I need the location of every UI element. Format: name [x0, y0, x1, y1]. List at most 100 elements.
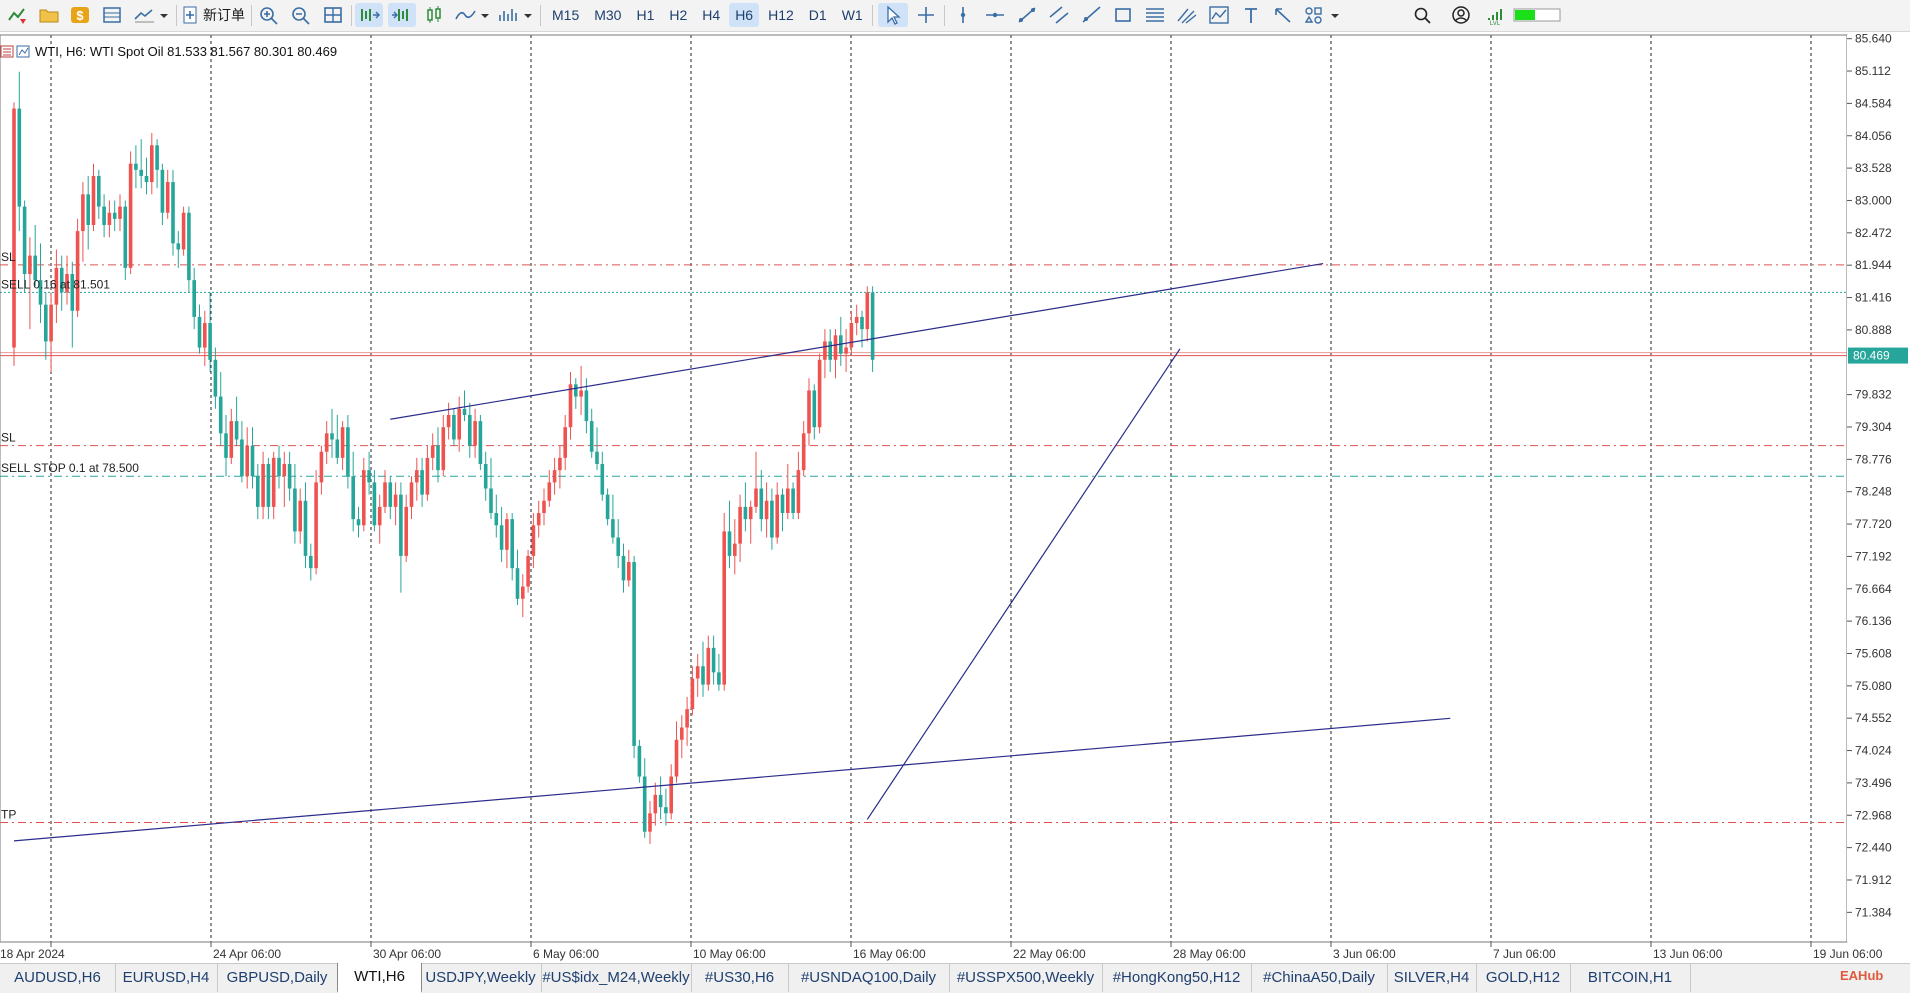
account-icon[interactable]: [1448, 3, 1474, 27]
candle-body: [595, 451, 599, 464]
candle-body: [240, 439, 244, 477]
candle-body: [563, 427, 567, 458]
chart-type-dropdown-icon[interactable]: [495, 3, 535, 27]
zoom-out-icon[interactable]: [288, 3, 314, 27]
trendline[interactable]: [390, 262, 1324, 420]
crosshair-icon[interactable]: [913, 3, 939, 27]
indicator-icon[interactable]: [452, 3, 492, 27]
zoom-in-icon[interactable]: [256, 3, 282, 27]
indicators-dropdown-icon[interactable]: [131, 3, 171, 27]
rectangle-icon[interactable]: [1110, 3, 1136, 27]
chart-tab[interactable]: #US$idx_M24,Weekly: [541, 964, 692, 992]
candle-body: [457, 408, 461, 440]
chart-tab[interactable]: USDJPY,Weekly: [420, 964, 542, 992]
candle-body: [658, 794, 663, 808]
candle: [430, 433, 435, 471]
candle: [860, 310, 864, 348]
candle-body: [558, 457, 562, 471]
price-tick-label: 78.248: [1855, 485, 1892, 499]
timeframe-h1-button[interactable]: H1: [630, 3, 660, 27]
chart-tab[interactable]: EURUSD,H4: [115, 964, 218, 992]
tile-windows-icon[interactable]: [320, 3, 346, 27]
chart-tab[interactable]: BITCOIN,H1: [1570, 964, 1691, 992]
chart-tab[interactable]: SILVER,H4: [1387, 964, 1477, 992]
timeframe-h2-button[interactable]: H2: [663, 3, 693, 27]
text-icon[interactable]: [1238, 3, 1264, 27]
timeframe-h4-button[interactable]: H4: [696, 3, 726, 27]
candle-body: [796, 470, 801, 514]
candle: [589, 408, 594, 458]
pitchfork-icon[interactable]: [1174, 3, 1200, 27]
timeframe-m15-button[interactable]: M15: [546, 3, 585, 27]
timeframe-d1-button[interactable]: D1: [803, 3, 833, 27]
search-icon[interactable]: [1410, 3, 1436, 27]
candle: [298, 488, 302, 544]
candle-body: [849, 323, 854, 348]
chart-frame: [0, 34, 1848, 943]
candle-body: [128, 163, 133, 268]
candle: [595, 427, 599, 471]
candle-body: [197, 316, 202, 348]
new-chart-icon[interactable]: [4, 3, 30, 27]
candle-body: [706, 647, 711, 685]
channel-icon[interactable]: [1046, 3, 1072, 27]
chart-tab[interactable]: #USSPX500,Weekly: [949, 964, 1103, 992]
candle-body: [118, 206, 122, 219]
candle-body: [870, 292, 875, 360]
candle-body: [346, 427, 350, 477]
candle-body: [616, 537, 620, 556]
chart-tab[interactable]: AUDUSD,H6: [0, 964, 116, 992]
market-dollar-icon[interactable]: $: [67, 3, 93, 27]
candle: [436, 427, 440, 483]
chart-tabs-bar: AUDUSD,H6 EURUSD,H4 GBPUSD,Daily WTI,H6 USDJ…: [0, 963, 1910, 993]
vertical-line-icon[interactable]: [950, 3, 976, 27]
candle: [192, 267, 196, 330]
horizontal-line-icon[interactable]: [982, 3, 1008, 27]
chart-tab[interactable]: #USNDAQ100,Daily: [788, 964, 950, 992]
timeframe-w1-button[interactable]: W1: [836, 3, 869, 27]
candle: [489, 457, 493, 520]
chart-shift-icon[interactable]: [388, 3, 416, 27]
timeframe-h6-button[interactable]: H6: [729, 3, 760, 27]
new-order-button[interactable]: 新订单: [180, 3, 246, 27]
timeframe-m30-button[interactable]: M30: [588, 3, 627, 27]
chart-tab[interactable]: GOLD,H12: [1476, 964, 1571, 992]
candles-icon[interactable]: [421, 3, 447, 27]
wave-icon[interactable]: [1206, 3, 1232, 27]
candle: [727, 500, 732, 569]
price-chart[interactable]: SL SELL 0.16 at 81.501 SL SELL STOP 0.1 at …: [0, 32, 1910, 986]
order-label-sell-stop: SELL STOP 0.1 at 78.500: [1, 461, 139, 475]
order-label-sl-mid: SL: [1, 431, 16, 445]
trendline[interactable]: [866, 348, 1181, 820]
time-tick-label: 22 May 06:00: [1013, 947, 1086, 961]
candle-body: [833, 335, 838, 360]
ray-icon[interactable]: [1078, 3, 1104, 27]
chart-tab[interactable]: #US30,H6: [691, 964, 789, 992]
candle-body: [483, 463, 488, 489]
shapes-dropdown-icon[interactable]: [1302, 3, 1342, 27]
timeframe-h12-button[interactable]: H12: [762, 3, 800, 27]
open-folder-icon[interactable]: [36, 3, 62, 27]
candle-body: [256, 476, 260, 507]
time-tick-label: 24 Apr 06:00: [213, 947, 281, 961]
candle-body: [181, 212, 186, 250]
chart-tab[interactable]: GBPUSD,Daily: [217, 964, 338, 992]
new-order-icon: [183, 6, 197, 24]
candle: [17, 71, 22, 232]
candle-body: [393, 494, 398, 507]
trendlines[interactable]: [13, 262, 1451, 842]
fibonacci-icon[interactable]: [1142, 3, 1168, 27]
chart-tab[interactable]: #HongKong50,H12: [1102, 964, 1252, 992]
cursor-icon[interactable]: [878, 3, 908, 27]
trendline-icon[interactable]: [1014, 3, 1040, 27]
candle-body: [521, 586, 525, 599]
candle: [542, 488, 546, 526]
arrow-icon[interactable]: [1270, 3, 1296, 27]
candle: [627, 549, 631, 587]
chart-tab[interactable]: #ChinaA50,Daily: [1251, 964, 1388, 992]
chart-tab[interactable]: WTI,H6: [337, 963, 422, 993]
candle-body: [245, 445, 249, 477]
candle-body: [266, 463, 271, 507]
data-window-icon[interactable]: [99, 3, 125, 27]
autoscroll-icon[interactable]: [355, 3, 383, 27]
